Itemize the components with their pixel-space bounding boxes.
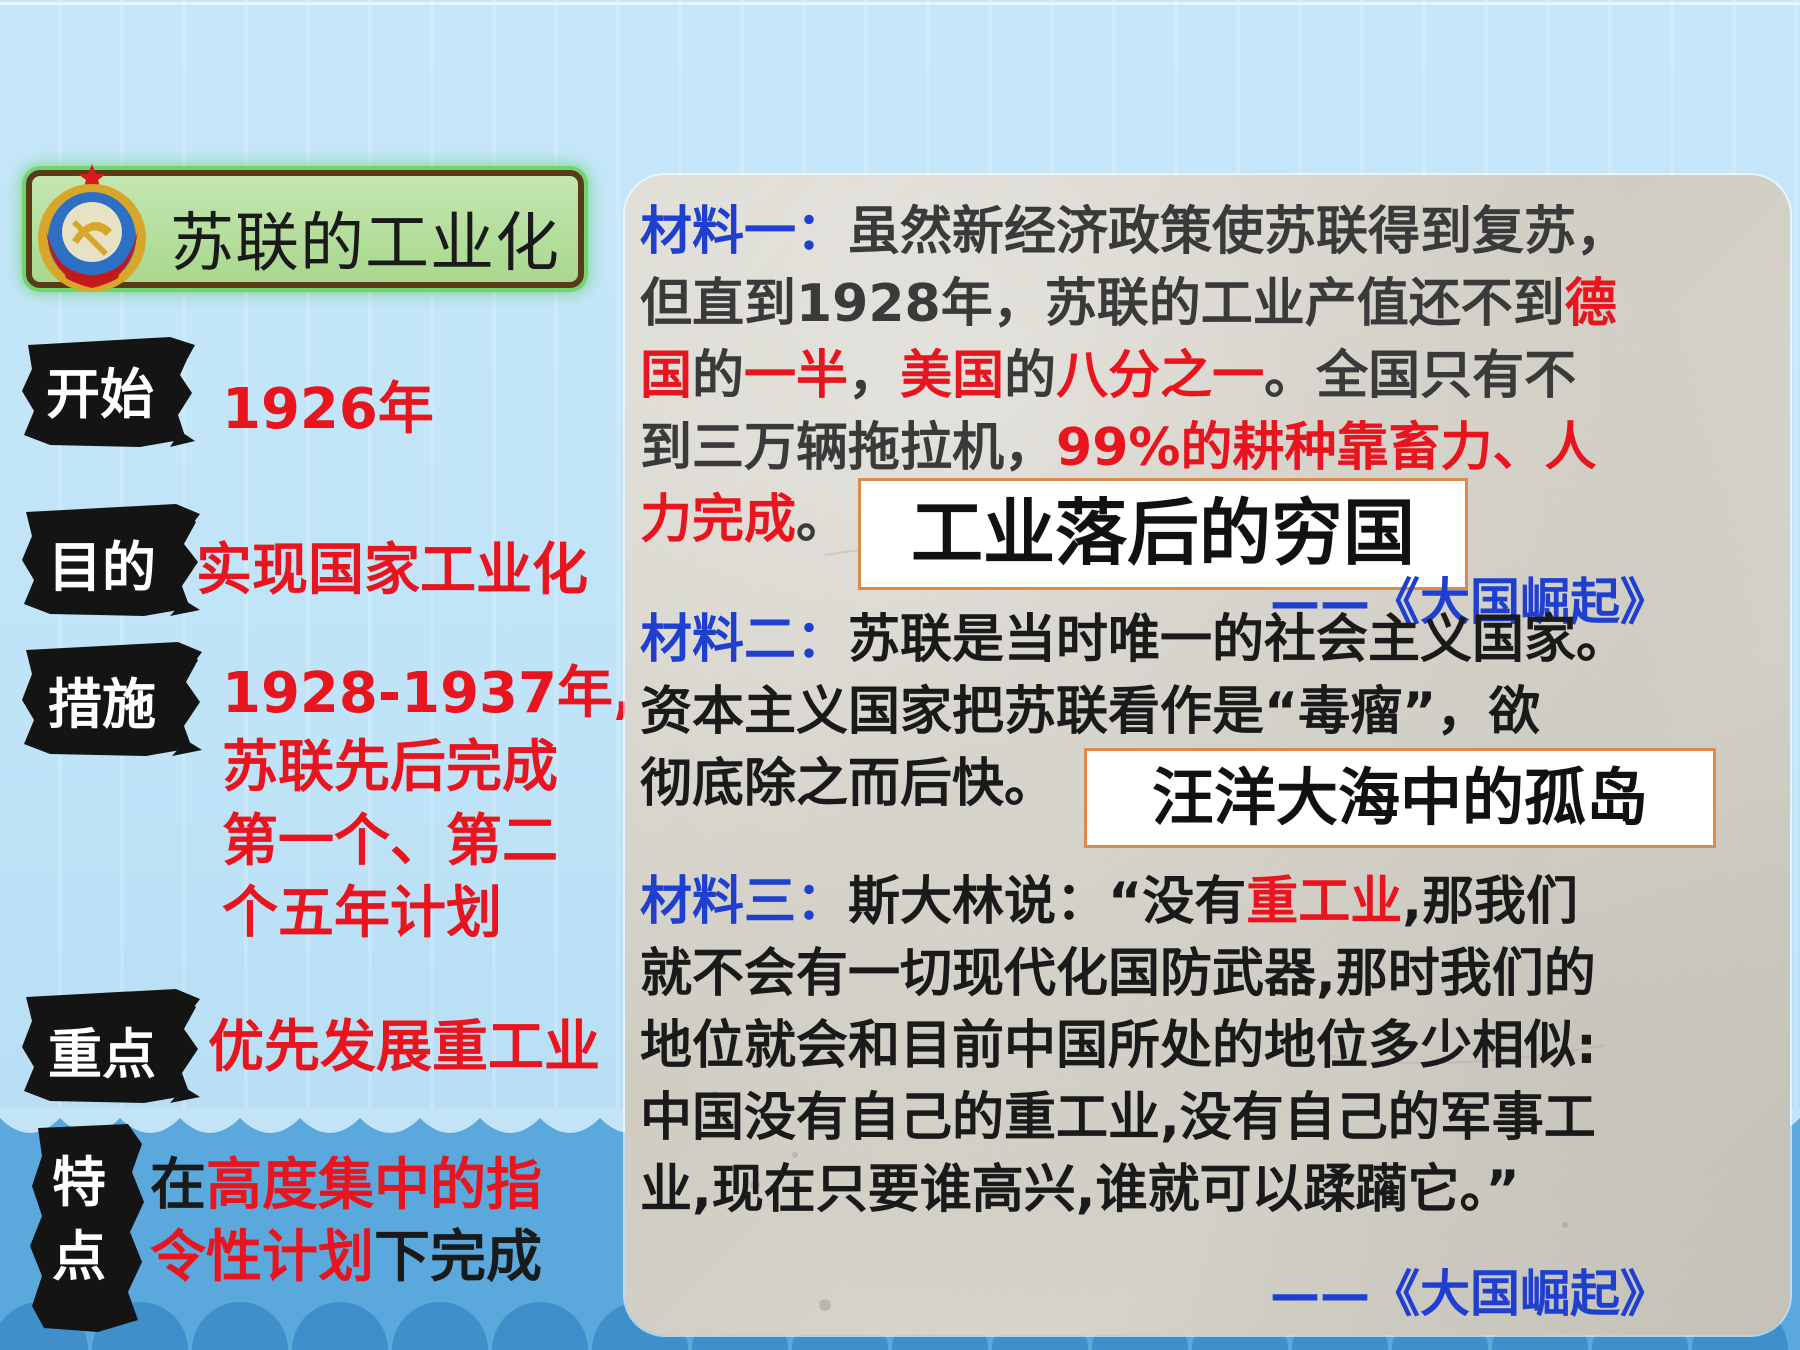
material-1-head: 材料一：	[640, 202, 849, 262]
value-features-line-1: 在高度集中的指	[150, 1140, 542, 1221]
label-start: 开始	[46, 363, 154, 426]
value-features-part-2: 高度集中的指	[206, 1153, 542, 1218]
material-2-line-1: 材料二：苏联是当时唯一的社会主义国家。	[640, 604, 1760, 676]
material-3-text-3: 地位就会和目前中国所处的地位多少相似:	[640, 1016, 1597, 1076]
material-1-text-5b: 。	[796, 490, 849, 550]
material-3-head: 材料三：	[640, 872, 849, 932]
value-purpose: 实现国家工业化	[196, 538, 588, 603]
material-1-text-1: 虽然新经济政策使苏联得到复苏，	[848, 202, 1629, 262]
page-title: 苏联的工业化	[170, 207, 560, 281]
material-1-line-3: 国的一半，美国的八分之一。全国只有不	[640, 340, 1760, 412]
material-1-text-4b: 99%的耕种靠畜力、人	[1056, 418, 1597, 478]
material-2-conclusion-box: 汪洋大海中的孤岛	[1084, 748, 1716, 848]
value-features-part-3: 令性计划	[150, 1225, 374, 1290]
material-3-line-4: 中国没有自己的重工业,没有自己的军事工	[640, 1082, 1760, 1154]
material-1-text-2a: 但直到1928年，苏联的工业产值还不到	[640, 274, 1565, 334]
material-3-text-2: 就不会有一切现代化国防武器,那时我们的	[640, 944, 1596, 1004]
material-3-text-1a: 斯大林说：“没有	[848, 872, 1247, 932]
value-measures-line-4: 个五年计划	[222, 881, 502, 946]
value-focus: 优先发展重工业	[208, 1015, 600, 1080]
material-1-text-2b: 德	[1564, 274, 1617, 334]
value-measures-line-2: 苏联先后完成	[222, 735, 558, 800]
material-1-text-3a: 国	[640, 346, 693, 406]
soviet-emblem-icon	[32, 160, 152, 296]
value-measures-line-3: 第一个、第二	[222, 809, 558, 874]
material-2-text-1: 苏联是当时唯一的社会主义国家。	[848, 610, 1629, 670]
material-1-line-2: 但直到1928年，苏联的工业产值还不到德	[640, 268, 1760, 340]
material-1-line-4: 到三万辆拖拉机，99%的耕种靠畜力、人	[640, 412, 1760, 484]
value-features-line-2: 令性计划下完成	[150, 1212, 542, 1293]
value-measures-line-1: 1928-1937年,	[222, 661, 635, 726]
material-1-line-1: 材料一：虽然新经济政策使苏联得到复苏，	[640, 196, 1760, 268]
material-3-text-5: 业,现在只要谁高兴,谁就可以蹂躏它。”	[640, 1160, 1520, 1220]
material-1-text-3g: 八分之一	[1056, 346, 1265, 406]
material-3-line-2: 就不会有一切现代化国防武器,那时我们的	[640, 938, 1760, 1010]
value-start: 1926年	[222, 377, 434, 442]
label-focus: 重点	[48, 1023, 156, 1086]
material-2-head: 材料二：	[640, 610, 849, 670]
material-1-text-3d: ，	[848, 346, 901, 406]
label-measures: 措施	[48, 673, 156, 736]
background-top-line	[0, 2, 1800, 5]
value-features-part-1: 在	[150, 1153, 206, 1218]
material-3-line-3: 地位就会和目前中国所处的地位多少相似:	[640, 1010, 1760, 1082]
material-2-line-2: 资本主义国家把苏联看作是“毒瘤”，欲	[640, 676, 1760, 748]
material-1-text-5a: 力完成	[640, 490, 797, 550]
material-2-text-3: 彻底除之而后快。	[640, 754, 1057, 814]
material-3-line-5: 业,现在只要谁高兴,谁就可以蹂躏它。”	[640, 1154, 1760, 1226]
material-3-text-1c: ,那我们	[1402, 872, 1578, 932]
material-1-text-3f: 的	[1004, 346, 1057, 406]
material-3-source: ——《大国崛起》	[1270, 1265, 1670, 1323]
material-3-line-1: 材料三：斯大林说：“没有重工业,那我们	[640, 866, 1760, 938]
label-features-line-1: 特	[52, 1151, 106, 1214]
material-1-text-3c: 一半	[744, 346, 849, 406]
label-purpose: 目的	[48, 536, 156, 599]
material-1-text-4a: 到三万辆拖拉机，	[640, 418, 1057, 478]
value-features-part-4: 下完成	[374, 1225, 542, 1290]
material-1-text-3b: 的	[692, 346, 745, 406]
label-features-line-2: 点	[52, 1225, 106, 1288]
material-1-text-3h: 。全国只有不	[1264, 346, 1577, 406]
material-3-text-1b: 重工业	[1246, 872, 1403, 932]
material-1-text-3e: 美国	[900, 346, 1005, 406]
material-2-text-2: 资本主义国家把苏联看作是“毒瘤”，欲	[640, 682, 1541, 742]
material-3-text-4: 中国没有自己的重工业,没有自己的军事工	[640, 1088, 1596, 1148]
